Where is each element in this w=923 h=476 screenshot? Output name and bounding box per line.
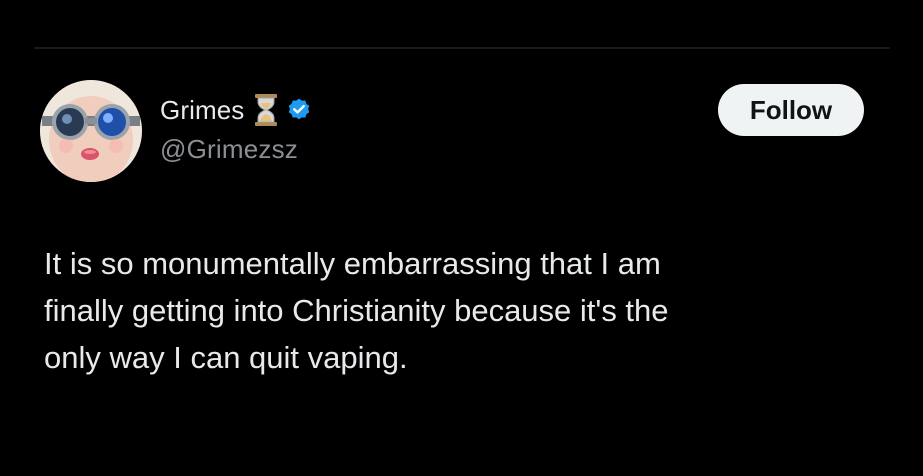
name-row: Grimes (160, 92, 312, 128)
user-info: Grimes @Grimezsz (160, 92, 312, 165)
verified-badge-icon (286, 97, 312, 123)
user-handle[interactable]: @Grimezsz (160, 134, 312, 165)
tweet-text: It is so monumentally embarrassing that … (44, 246, 669, 375)
hourglass-icon (254, 94, 278, 126)
follow-button[interactable]: Follow (718, 84, 864, 136)
avatar[interactable] (40, 80, 142, 182)
display-name[interactable]: Grimes (160, 95, 244, 126)
tweet-card: Grimes @Grimezsz Follow It is so monumen… (0, 0, 923, 476)
